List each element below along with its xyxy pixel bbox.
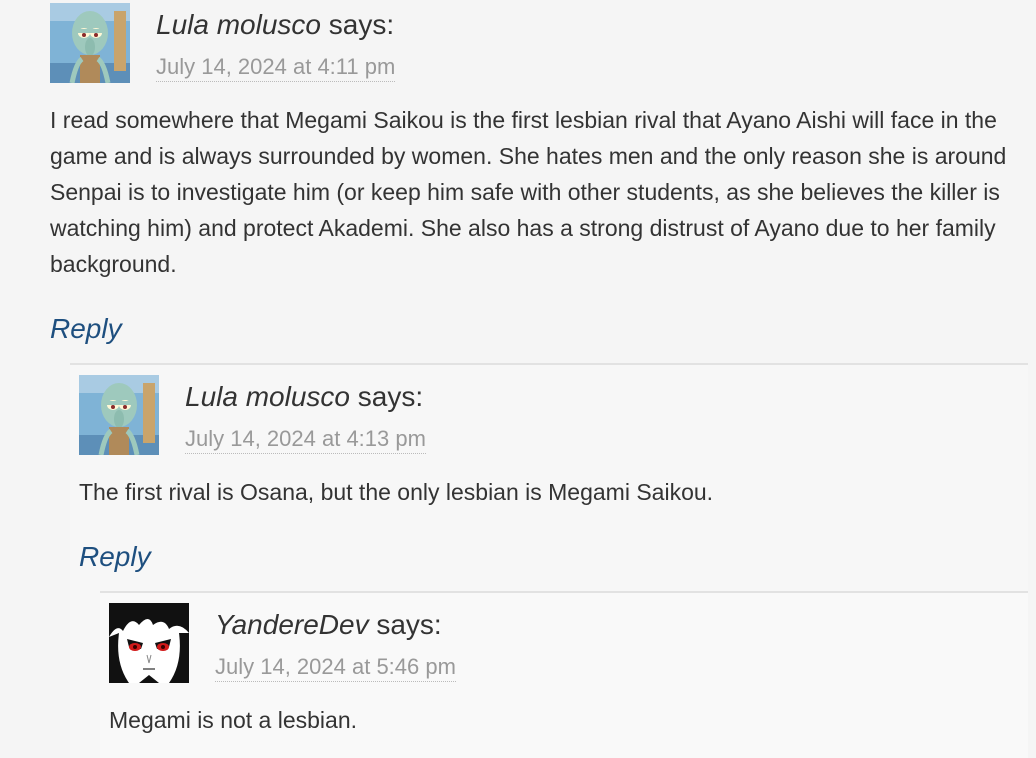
comment-author-name: YandereDev: [215, 609, 369, 640]
comment-3: YandereDev says: July 14, 2024 at 5:46 p…: [0, 0, 1036, 758]
comment-date-link[interactable]: July 14, 2024 at 5:46 pm: [215, 653, 456, 682]
anime-boy-avatar-icon[interactable]: [109, 603, 189, 683]
comment-author-line: YandereDev says:: [215, 608, 442, 642]
says-label: says:: [376, 609, 442, 640]
comment-body: Megami is not a lesbian.: [109, 707, 358, 733]
